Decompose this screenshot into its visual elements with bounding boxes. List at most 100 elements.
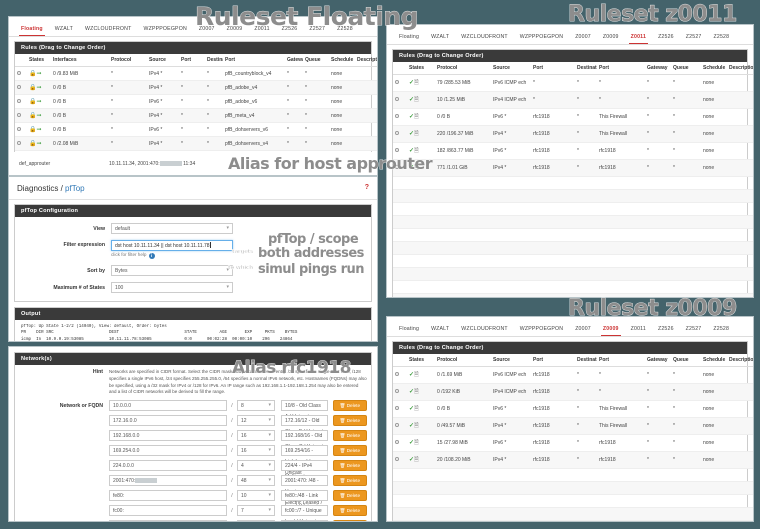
network-description-input[interactable]: fc00::/7 - Unique local / Unicast xyxy=(281,505,328,521)
tab-z0009[interactable]: Z0009 xyxy=(597,32,625,44)
row-select-cell[interactable] xyxy=(393,417,407,435)
network-address-input[interactable]: fc00: xyxy=(109,505,227,516)
alias-summary-bar[interactable]: def_approuter 10.11.11.34, 2001:470: 11:… xyxy=(8,152,378,176)
tab-wzcloudfront[interactable]: WZCLOUDFRONT xyxy=(79,24,138,36)
row-checkbox[interactable] xyxy=(395,457,399,461)
network-address-input[interactable]: 10.0.0.0 xyxy=(109,400,227,411)
rule-status-icons-cell[interactable]: ✓🗎 xyxy=(407,451,435,469)
delete-network-button[interactable]: 🗑 Delete xyxy=(332,460,367,471)
row-checkbox[interactable] xyxy=(17,70,21,75)
tab-z2528[interactable]: Z2528 xyxy=(707,324,735,336)
tab-wzalt[interactable]: WZALT xyxy=(49,24,79,36)
sortby-select[interactable]: Bytes xyxy=(111,265,233,276)
row-select-cell[interactable] xyxy=(393,142,407,160)
row-select-cell[interactable] xyxy=(393,366,407,384)
tab-z0009[interactable]: Z0009 xyxy=(597,324,625,336)
rule-status-icons-cell[interactable]: 🔒➞ xyxy=(27,66,51,81)
tab-z2527[interactable]: Z2527 xyxy=(303,24,331,36)
table-row[interactable]: ✓🗎 771 /1.01 GiB IPv4 * rfc1918 * rfc1918 * * no… xyxy=(393,159,753,177)
network-description-input[interactable]: fe80::/48 - Link Local / Unicast xyxy=(281,490,328,510)
network-description-input[interactable]: 2001:470: /48 - Hurricane Electric Lease… xyxy=(281,475,328,517)
tab-wzpppoegpon[interactable]: WZPPPOEGPON xyxy=(137,24,192,36)
table-row[interactable]: ✓🗎 0 /0 B IPv6 * rfc1918 * This Firewall * * non… xyxy=(393,108,753,126)
delete-network-button[interactable]: 🗑 Delete xyxy=(332,490,367,501)
table-row[interactable]: ✓🗎79 /285.53 MiBIPv6 ICMP ech*****none⚓✎… xyxy=(393,74,753,92)
tab-z0011[interactable]: Z0011 xyxy=(248,24,275,36)
row-select-cell[interactable] xyxy=(15,108,27,123)
row-select-cell[interactable] xyxy=(15,66,27,81)
cidr-mask-select[interactable]: 8 xyxy=(237,520,275,521)
rule-status-icons-cell[interactable]: ✓🗎 xyxy=(407,366,435,384)
delete-network-button[interactable]: 🗑 Delete xyxy=(332,415,367,426)
rule-status-icons-cell[interactable]: ✓🗎 xyxy=(407,434,435,452)
cidr-mask-select[interactable]: 16 xyxy=(237,445,275,456)
cidr-mask-select[interactable]: 48 xyxy=(237,475,275,486)
row-checkbox[interactable] xyxy=(17,112,21,117)
network-address-input[interactable]: 172.16.0.0 xyxy=(109,415,227,426)
z0011-tabbar[interactable]: Floating WZALT WZCLOUDFRONT WZPPPOEGPON Z000… xyxy=(387,25,753,45)
row-checkbox[interactable] xyxy=(395,131,399,135)
row-checkbox[interactable] xyxy=(395,440,399,444)
network-row[interactable]: Network or FQDN 10.0.0.0 / 8 10/8 - Old Clas… xyxy=(15,398,371,420)
row-checkbox[interactable] xyxy=(395,97,399,101)
network-description-input[interactable]: 192.168/16 - Old Class C / Unicast xyxy=(281,430,328,450)
info-icon[interactable]: i xyxy=(148,253,155,259)
z0009-tabbar[interactable]: Floating WZALT WZCLOUDFRONT WZPPPOEGPON Z000… xyxy=(387,317,753,337)
row-checkbox[interactable] xyxy=(395,372,399,376)
delete-network-button[interactable]: 🗑 Delete xyxy=(332,445,367,456)
row-select-cell[interactable] xyxy=(15,136,27,151)
row-select-cell[interactable] xyxy=(393,451,407,469)
row-select-cell[interactable] xyxy=(393,74,407,92)
tab-z2526[interactable]: Z2526 xyxy=(652,32,680,44)
network-address-input[interactable]: fe80: xyxy=(109,490,227,501)
row-checkbox[interactable] xyxy=(395,406,399,410)
row-select-cell[interactable] xyxy=(393,383,407,401)
table-row[interactable]: ✓🗎 15 /27.98 MiB IPv6 * rfc1918 * rfc1918 * * no… xyxy=(393,434,753,452)
tab-z2526[interactable]: Z2526 xyxy=(652,324,680,336)
rule-status-icons-cell[interactable]: 🔒➞ xyxy=(27,136,51,151)
network-address-input[interactable]: 192.168.0.0 xyxy=(109,430,227,441)
network-description-input[interactable]: 10/8 - Old Class A / Unicast xyxy=(281,400,328,420)
table-row[interactable]: ✓🗎 0 /0 B IPv6 * rfc1918 * This Firewall * * non… xyxy=(393,400,753,418)
row-checkbox[interactable] xyxy=(17,98,21,103)
table-row[interactable]: ✓🗎10 /1.25 MiBIPv4 ICMP ech*****none⚓✎❑⊘… xyxy=(393,91,753,109)
tab-z2527[interactable]: Z2527 xyxy=(680,32,708,44)
network-row[interactable]: 224.0.0.0 / 4 224/4 - IPv4 Multicast 🗑 Delet… xyxy=(15,458,371,480)
tab-wzcloudfront[interactable]: WZCLOUDFRONT xyxy=(455,324,514,336)
tab-z2526[interactable]: Z2526 xyxy=(276,24,304,36)
table-row[interactable]: 🔒➞0 /0 B*IPv4 ***pfB_meta_v4**none⚓✎❑⊘🗑 xyxy=(15,108,377,123)
table-row[interactable]: 🔒➞ 0 /9.83 MiB * IPv4 * * * pfB_countryblock_v… xyxy=(15,66,377,81)
table-row[interactable]: 🔒➞0 /0 B*IPv6 ***pfB_adobe_v6**none⚓✎❑⊘🗑 xyxy=(15,94,377,109)
tab-floating[interactable]: Floating xyxy=(15,24,49,36)
cidr-mask-select[interactable]: 8 xyxy=(237,400,275,411)
tab-wzalt[interactable]: WZALT xyxy=(425,324,455,336)
row-checkbox[interactable] xyxy=(395,423,399,427)
cidr-mask-select[interactable]: 12 xyxy=(237,415,275,426)
tab-wzalt[interactable]: WZALT xyxy=(425,32,455,44)
delete-network-button[interactable]: 🗑 Delete xyxy=(332,505,367,516)
help-icon[interactable]: ? xyxy=(365,184,369,191)
rule-status-icons-cell[interactable]: 🔒➞ xyxy=(27,108,51,123)
table-row[interactable]: ✓🗎 20 /108.20 MiB IPv4 * rfc1918 * rfc1918 * * n… xyxy=(393,451,753,469)
row-select-cell[interactable] xyxy=(15,122,27,137)
row-select-cell[interactable] xyxy=(393,400,407,418)
table-row[interactable]: ✓🗎 220 /196.37 MiB IPv4 * rfc1918 * This Fire… xyxy=(393,125,753,143)
delete-network-button[interactable]: 🗑 Delete xyxy=(332,520,367,521)
rule-status-icons-cell[interactable]: ✓🗎 xyxy=(407,108,435,126)
tab-z0009[interactable]: Z0009 xyxy=(221,24,249,36)
tab-floating[interactable]: Floating xyxy=(393,32,425,44)
breadcrumb-current[interactable]: pfTop xyxy=(65,184,85,193)
network-row[interactable]: 192.168.0.0 / 16 192.168/16 - Old Class C /… xyxy=(15,428,371,450)
row-checkbox[interactable] xyxy=(395,114,399,118)
table-row[interactable]: 🔒➞0 /0 B*IPv4 ***pfB_adobe_v4**none⚓✎❑⊘🗑 xyxy=(15,80,377,95)
tab-z2528[interactable]: Z2528 xyxy=(708,32,736,44)
rule-status-icons-cell[interactable]: ✓🗎 xyxy=(407,159,435,177)
tab-wzcloudfront[interactable]: WZCLOUDFRONT xyxy=(455,32,514,44)
network-address-input[interactable]: 224.0.0.0 xyxy=(109,460,227,471)
network-description-input[interactable]: ff00::/8 - IPv6 Multicast xyxy=(281,520,328,521)
rule-status-icons-cell[interactable]: ✓🗎 xyxy=(407,417,435,435)
floating-tabbar[interactable]: Floating WZALT WZCLOUDFRONT WZPPPOEGPON Z000… xyxy=(9,17,377,37)
rule-status-icons-cell[interactable]: 🔒➞ xyxy=(27,94,51,109)
tab-z0007[interactable]: Z0007 xyxy=(193,24,221,36)
network-address-input[interactable]: 169.254.0.0 xyxy=(109,445,227,456)
